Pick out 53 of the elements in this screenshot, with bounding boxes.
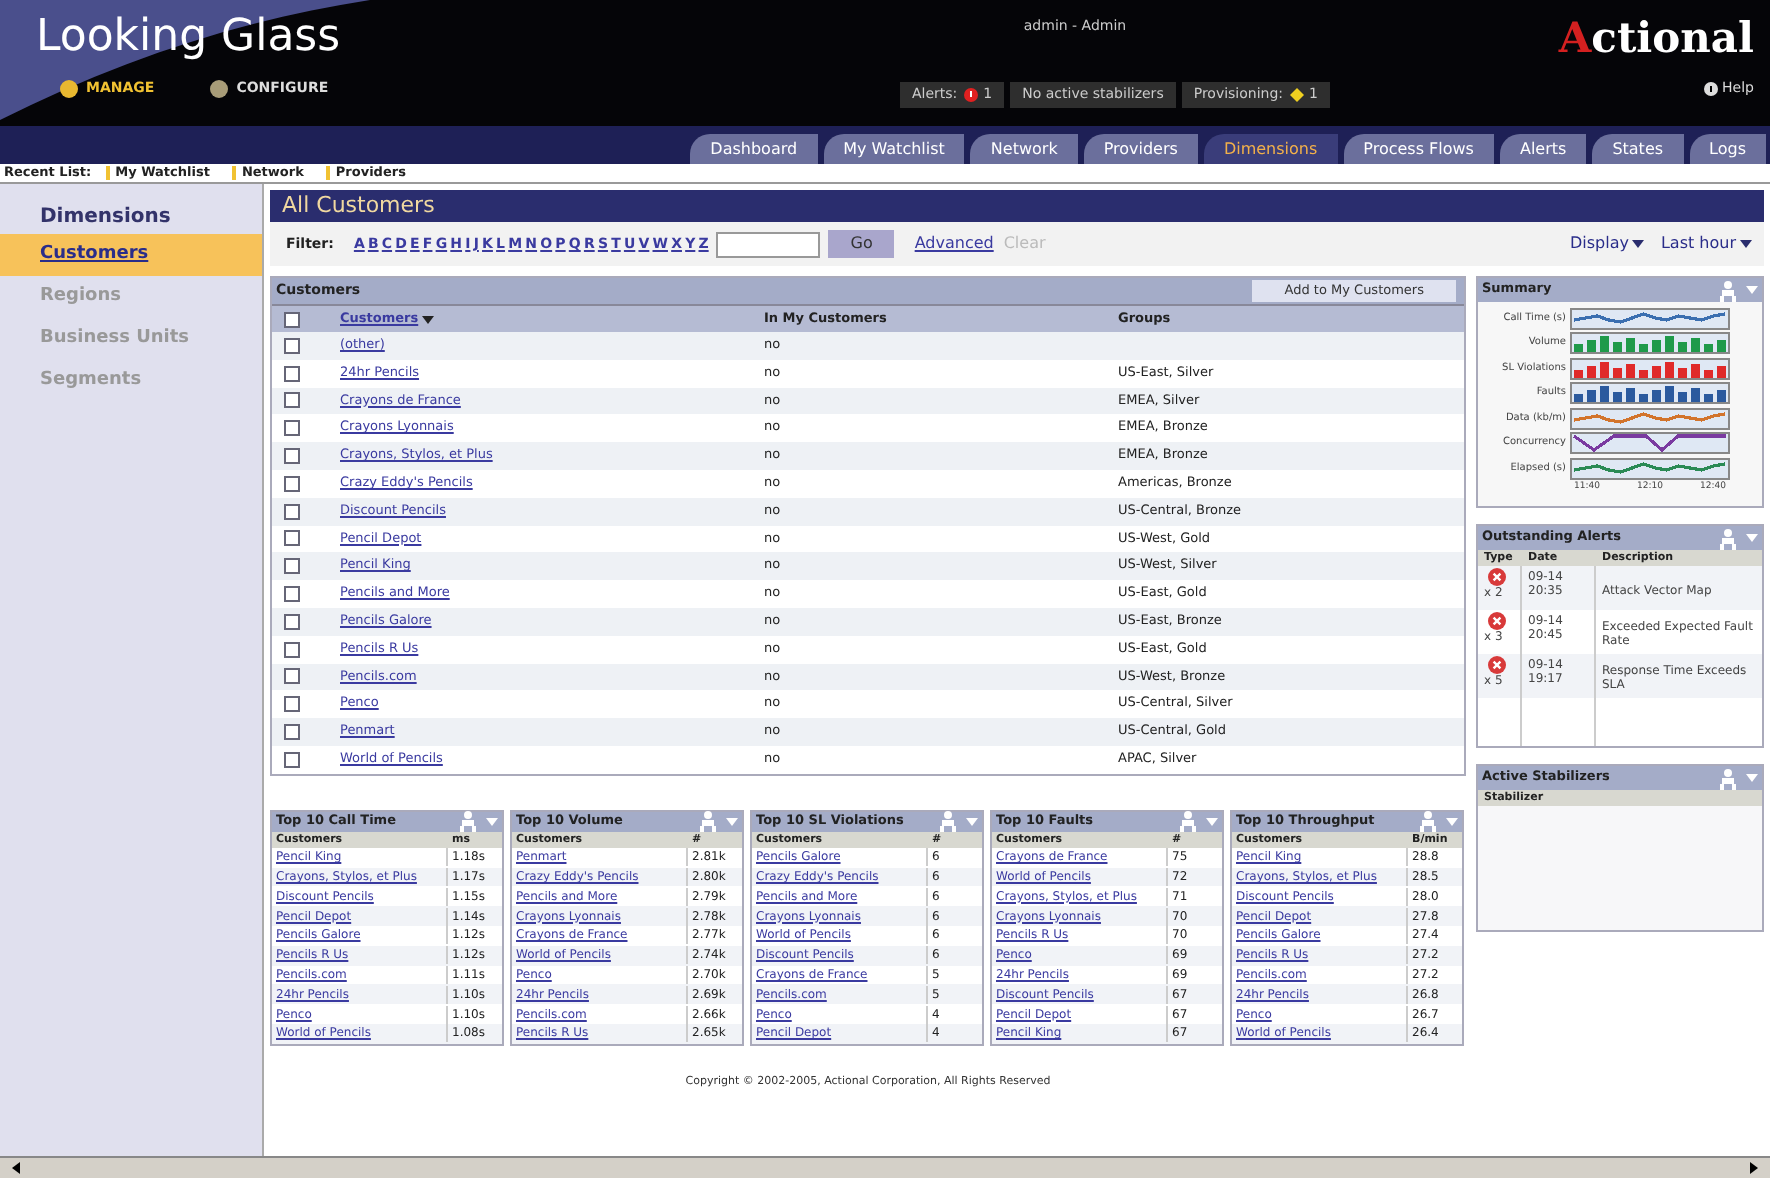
nav-tab[interactable]: My Watchlist — [823, 134, 965, 164]
row-checkbox[interactable] — [284, 558, 300, 575]
row-checkbox[interactable] — [284, 448, 300, 465]
row-checkbox[interactable] — [284, 696, 300, 713]
caret-icon — [1740, 240, 1752, 248]
row-checkbox[interactable] — [284, 392, 300, 409]
select-all-checkbox[interactable] — [284, 311, 300, 327]
page-title: All Customers — [270, 190, 1764, 222]
nav-tab[interactable]: Process Flows — [1343, 134, 1494, 164]
caret-icon — [1446, 817, 1458, 826]
nav-tab[interactable]: Providers — [1083, 134, 1198, 164]
row-checkbox[interactable] — [284, 613, 300, 630]
row-checkbox[interactable] — [284, 365, 300, 382]
nav-tab[interactable]: Dashboard — [690, 134, 818, 164]
row-checkbox[interactable] — [284, 724, 300, 741]
sidebar-title: Dimensions — [38, 204, 173, 232]
dropdown-menu[interactable]: Last hour — [1660, 232, 1752, 256]
row-checkbox[interactable] — [284, 337, 300, 354]
caret-icon — [422, 315, 435, 323]
caret-icon — [726, 817, 738, 826]
caret-icon — [966, 817, 978, 826]
row-checkbox[interactable] — [284, 475, 300, 492]
brand-logo: Actional — [1558, 12, 1754, 64]
row-checkbox[interactable] — [284, 530, 300, 547]
row-checkbox[interactable] — [284, 641, 300, 658]
row-checkbox[interactable] — [284, 420, 300, 437]
caret-icon — [1746, 534, 1758, 543]
filter-field[interactable] — [716, 231, 821, 257]
row-checkbox[interactable] — [284, 586, 300, 603]
app-logo: Looking Glass — [36, 12, 343, 64]
caret-icon — [1746, 286, 1758, 294]
advanced-link[interactable]: Advanced — [914, 232, 994, 256]
go-button[interactable]: Go — [828, 230, 895, 258]
nav-tab[interactable]: Network — [970, 134, 1078, 164]
caret-icon — [1746, 774, 1758, 783]
caret-icon — [1632, 240, 1645, 248]
caret-icon — [1206, 817, 1218, 826]
help-icon — [1704, 81, 1719, 96]
diamond-icon — [1289, 87, 1304, 101]
caret-icon — [486, 817, 498, 826]
sidebar-item[interactable]: Customers — [0, 234, 262, 276]
row-checkbox[interactable] — [284, 503, 300, 520]
nav-tab[interactable]: States — [1592, 134, 1684, 164]
nav-tab[interactable]: Alerts — [1499, 134, 1587, 164]
scroll-left-icon — [12, 1162, 20, 1174]
alert-icon — [963, 87, 978, 101]
error-icon — [1488, 568, 1506, 587]
row-checkbox[interactable] — [284, 668, 300, 685]
scroll-right-icon — [1750, 1162, 1758, 1174]
nav-tab[interactable]: Dimensions — [1203, 134, 1338, 164]
nav-tab[interactable]: Logs — [1689, 134, 1766, 164]
row-checkbox[interactable] — [284, 751, 300, 768]
dropdown-menu[interactable]: Display — [1569, 232, 1645, 256]
